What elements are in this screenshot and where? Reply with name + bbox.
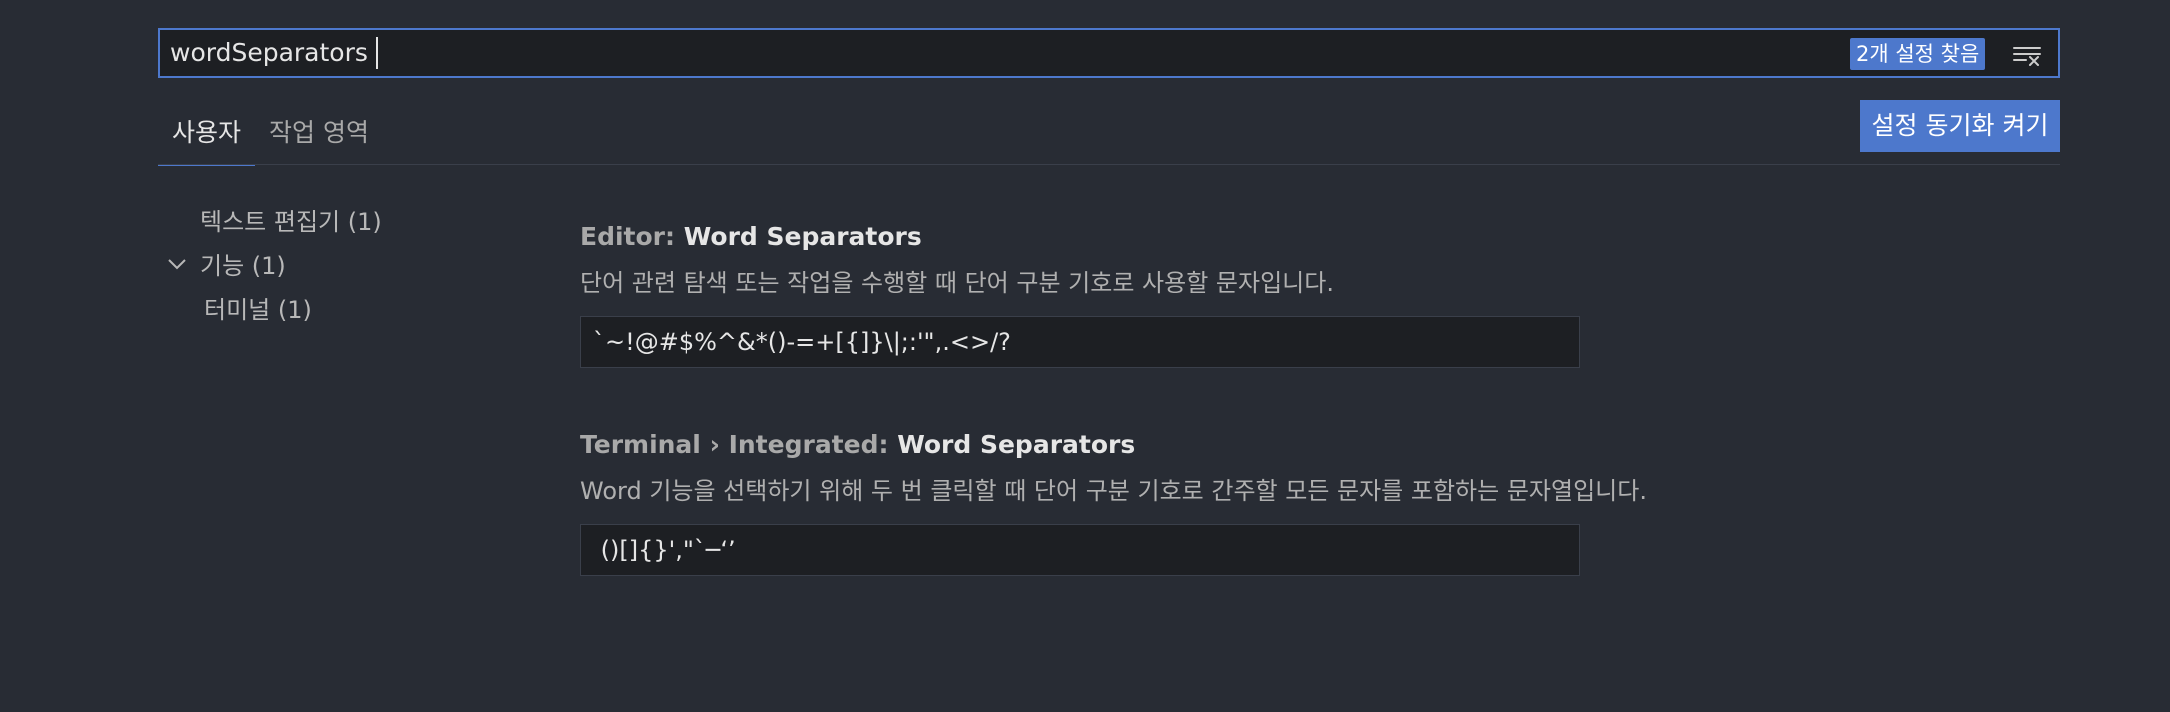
settings-search-bar[interactable]: wordSeparators 2개 설정 찾음 — [158, 28, 2060, 78]
setting-category: Terminal › Integrated: — [580, 430, 898, 459]
search-result-count-badge: 2개 설정 찾음 — [1850, 38, 1986, 70]
chevron-down-icon — [164, 251, 190, 277]
setting-value-input[interactable] — [580, 316, 1580, 368]
setting-name: Word Separators — [897, 430, 1136, 459]
search-input[interactable]: wordSeparators — [170, 30, 378, 76]
toc-item-features[interactable]: 기능 (1) — [164, 246, 286, 281]
setting-terminal-word-separators: Terminal › Integrated: Word Separators W… — [580, 430, 1647, 576]
settings-editor: wordSeparators 2개 설정 찾음 사용자 작업 영역 설정 동기화… — [0, 0, 2170, 712]
setting-category: Editor: — [580, 222, 684, 251]
setting-title: Terminal › Integrated: Word Separators — [580, 430, 1647, 459]
toc-item-label: 텍스트 편집기 (1) — [200, 208, 382, 236]
turn-on-settings-sync-button[interactable]: 설정 동기화 켜기 — [1860, 100, 2060, 152]
setting-value-input[interactable] — [580, 524, 1580, 576]
settings-scope-tabs: 사용자 작업 영역 — [158, 108, 383, 166]
setting-name: Word Separators — [683, 222, 922, 251]
setting-description: Word 기능을 선택하기 위해 두 번 클릭할 때 단어 구분 기호로 간주할… — [580, 477, 1647, 505]
setting-editor-word-separators: Editor: Word Separators 단어 관련 탐색 또는 작업을 … — [580, 222, 1580, 368]
toc-item-text-editor[interactable]: 텍스트 편집기 (1) — [200, 202, 382, 237]
toc-item-label: 터미널 (1) — [204, 296, 312, 324]
text-cursor — [375, 37, 378, 69]
tab-user[interactable]: 사용자 — [158, 108, 256, 166]
setting-title: Editor: Word Separators — [580, 222, 1580, 251]
setting-description: 단어 관련 탐색 또는 작업을 수행할 때 단어 구분 기호로 사용할 문자입니… — [580, 269, 1334, 297]
tab-workspace[interactable]: 작업 영역 — [255, 108, 383, 164]
tab-divider — [158, 164, 2060, 165]
clear-search-filter-icon[interactable] — [2010, 38, 2044, 70]
toc-item-terminal[interactable]: 터미널 (1) — [204, 290, 312, 325]
search-query: wordSeparators — [170, 38, 368, 67]
toc-item-label: 기능 (1) — [200, 252, 286, 280]
